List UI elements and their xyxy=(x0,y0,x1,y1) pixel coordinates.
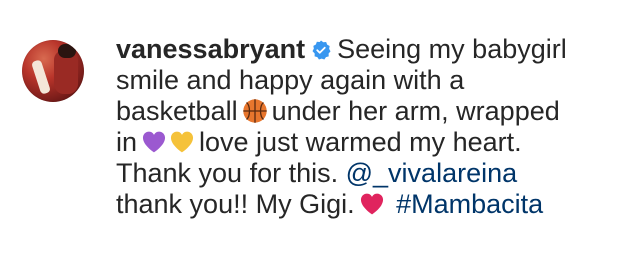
comment-segment: under her arm, wrapped xyxy=(271,96,560,126)
basketball-emoji xyxy=(242,99,267,123)
comment-line-6: thank you!! My Gigi. #Mambacita xyxy=(116,189,596,220)
avatar-arm xyxy=(30,59,52,95)
avatar[interactable] xyxy=(22,40,84,102)
comment-segment: love just warmed my heart. xyxy=(199,127,522,157)
mention-link[interactable]: @_vivalareina xyxy=(346,158,518,188)
comment: vanessabryant Seeing my babygirl smile a… xyxy=(22,34,602,220)
comment-text: vanessabryant Seeing my babygirl smile a… xyxy=(116,34,596,220)
comment-segment: thank you!! My Gigi. xyxy=(116,189,355,219)
comment-segment: Seeing my babygirl xyxy=(337,34,567,64)
red-heart-emoji xyxy=(360,193,383,215)
avatar-hair xyxy=(58,44,76,58)
comment-segment: in xyxy=(116,127,138,157)
comment-segment: Thank you for this. xyxy=(116,158,339,188)
purple-heart-emoji xyxy=(142,131,166,153)
comment-line-5: Thank you for this. @_vivalareina xyxy=(116,158,596,189)
comment-segment: basketball xyxy=(116,96,238,126)
comment-line-4: in love just warmed my heart. xyxy=(116,127,596,158)
comment-segment: smile and happy again with a xyxy=(116,65,465,95)
hashtag-link[interactable]: #Mambacita xyxy=(396,189,543,219)
comment-line-1: vanessabryant Seeing my babygirl xyxy=(116,34,596,65)
verified-badge-icon xyxy=(312,40,331,60)
comment-line-3: basketball under her arm, wrapped xyxy=(116,96,596,127)
comment-line-2: smile and happy again with a xyxy=(116,65,596,96)
username-link[interactable]: vanessabryant xyxy=(116,34,305,64)
yellow-heart-emoji xyxy=(170,131,194,153)
